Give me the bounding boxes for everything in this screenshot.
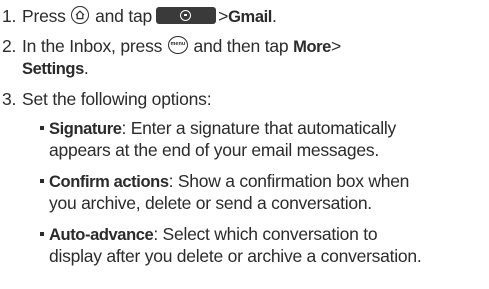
option-label: Signature	[49, 120, 122, 138]
instructions-document: 1. Press and tap >Gmail. 2. In the Inbox, p…	[0, 0, 489, 289]
step-text: and tap	[95, 6, 153, 26]
home-icon	[71, 6, 90, 25]
option-desc-cont: you archive, delete or send a conversati…	[49, 193, 372, 213]
separator: >	[218, 6, 229, 26]
option-desc: : Enter a signature that automatically	[121, 118, 397, 138]
option-desc-cont: display after you delete or archive a co…	[49, 246, 422, 266]
option-auto-advance: Auto-advance: Select which conversation …	[40, 223, 378, 247]
bullet-icon	[40, 126, 44, 131]
step-text: Set the following options:	[22, 89, 212, 109]
period: .	[271, 6, 277, 26]
step-text: and then tap	[193, 36, 289, 56]
step-number: 3.	[2, 89, 17, 109]
step-2: 2. In the Inbox, press menu and then tap …	[2, 35, 341, 59]
menu-icon: menu	[167, 36, 188, 55]
step-text: Press	[22, 6, 66, 26]
step-text: In the Inbox, press	[22, 36, 163, 56]
option-desc: : Select which conversation to	[153, 224, 378, 244]
option-desc: : Show a confirmation box when	[168, 171, 410, 191]
bullet-icon	[40, 232, 44, 237]
step-3: 3. Set the following options:	[2, 88, 212, 111]
more-label: More	[293, 38, 331, 56]
step-number: 2.	[2, 36, 17, 56]
option-label: Confirm actions	[49, 173, 169, 191]
option-confirm-actions: Confirm actions: Show a confirmation box…	[40, 170, 409, 194]
settings-label: Settings	[22, 60, 84, 78]
step-1: 1. Press and tap >Gmail.	[2, 5, 277, 29]
separator: >	[330, 36, 341, 56]
option-desc-cont: appears at the end of your email message…	[49, 140, 379, 160]
menu-icon-text: menu	[170, 41, 186, 48]
option-label: Auto-advance	[49, 226, 154, 244]
all-apps-icon	[156, 6, 217, 24]
bullet-icon	[40, 179, 44, 184]
option-signature: Signature: Enter a signature that automa…	[40, 117, 396, 141]
step-2-continuation: Settings.	[22, 57, 89, 81]
gmail-label: Gmail	[228, 8, 272, 26]
step-number: 1.	[2, 6, 17, 26]
period: .	[83, 58, 89, 78]
